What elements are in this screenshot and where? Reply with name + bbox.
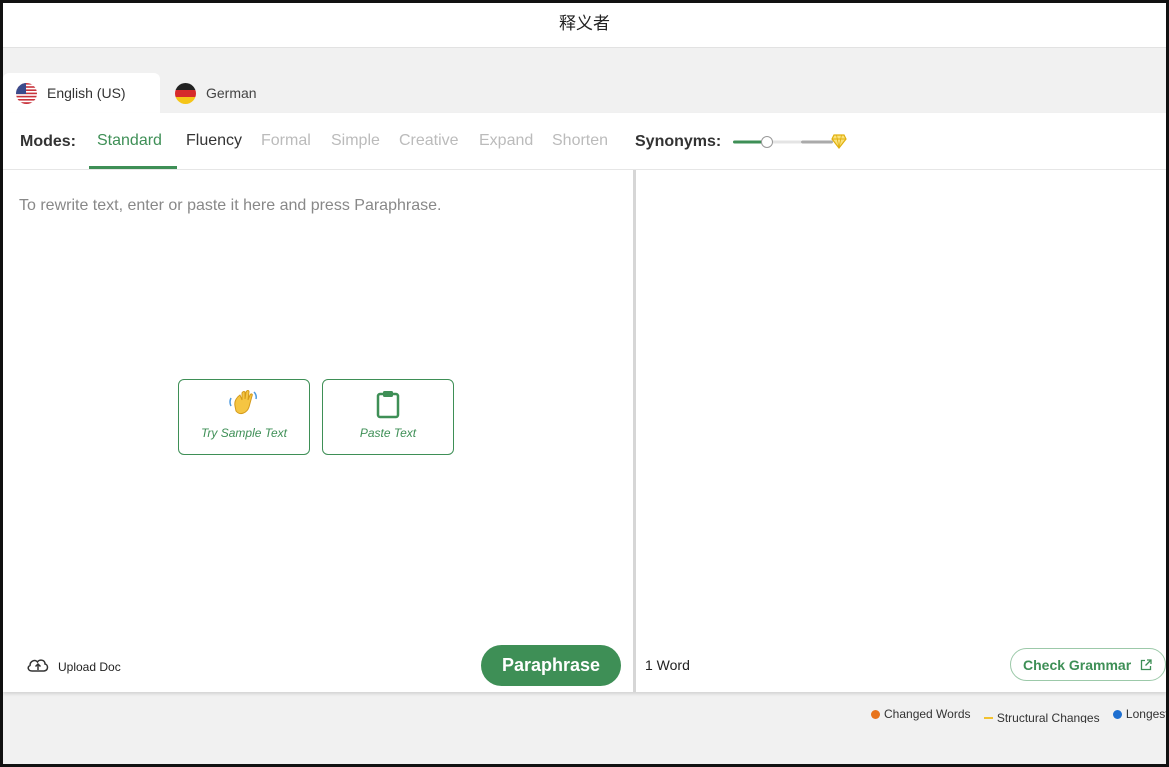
paste-text-label: Paste Text <box>359 426 417 440</box>
legend-changed-words: Changed Words <box>871 707 971 721</box>
legend-longest-unchanged: Longest Unchanged Words <box>1112 707 1166 721</box>
check-grammar-label: Check Grammar <box>1023 656 1132 673</box>
mode-shorten[interactable]: Shorten <box>552 132 608 150</box>
us-flag-icon <box>16 82 37 104</box>
legend-structural-changes: Structural Changes <box>983 711 1100 723</box>
selected-mode-indicator <box>89 166 177 169</box>
paraphrase-button[interactable]: Paraphrase <box>481 645 621 686</box>
upload-doc-label: Upload Doc <box>58 659 121 674</box>
clipboard-icon <box>372 388 404 425</box>
pane-divider[interactable] <box>633 170 636 692</box>
paste-text-button[interactable]: Paste Text <box>322 379 454 455</box>
try-sample-text-button[interactable]: Try Sample Text <box>178 379 310 455</box>
synonyms-slider[interactable] <box>731 131 851 153</box>
germany-flag-icon <box>175 82 196 104</box>
diamond-icon <box>831 133 847 154</box>
modes-label: Modes: <box>20 133 76 150</box>
yellow-dash-icon <box>983 716 993 719</box>
tab-english-us[interactable]: English (US) <box>3 73 160 113</box>
external-link-icon <box>1141 658 1152 670</box>
synonyms-label: Synonyms: <box>635 133 722 150</box>
orange-dot-icon <box>871 709 880 719</box>
try-sample-text-label: Try Sample Text <box>200 426 288 440</box>
mode-simple[interactable]: Simple <box>331 132 380 150</box>
mode-formal[interactable]: Formal <box>261 132 311 150</box>
mode-standard[interactable]: Standard <box>97 132 162 150</box>
modes-bar: Modes: Standard Fluency Formal Simple Cr… <box>3 113 1166 170</box>
blue-dot-icon <box>1112 709 1122 719</box>
tab-german-label: German <box>206 85 257 101</box>
mode-creative[interactable]: Creative <box>399 132 459 150</box>
mode-expand[interactable]: Expand <box>479 132 533 150</box>
tab-german[interactable]: German <box>175 73 257 113</box>
window-title: 释义者 <box>559 13 610 34</box>
change-legend: Changed Words Structural Changes Longest… <box>871 707 1166 723</box>
window-titlebar: 释义者 <box>3 3 1166 48</box>
cloud-upload-icon <box>26 656 50 677</box>
language-tabs: English (US) German <box>3 73 603 113</box>
upload-doc-button[interactable]: Upload Doc <box>18 656 121 677</box>
check-grammar-button[interactable]: Check Grammar <box>1010 648 1166 681</box>
waving-hand-icon <box>228 388 260 425</box>
word-count: 1 Word <box>645 657 690 673</box>
input-textarea-placeholder[interactable]: To rewrite text, enter or paste it here … <box>19 197 441 215</box>
mode-fluency[interactable]: Fluency <box>186 132 242 150</box>
paraphraser-panel: Modes: Standard Fluency Formal Simple Cr… <box>3 113 1166 692</box>
tab-english-label: English (US) <box>47 85 126 101</box>
